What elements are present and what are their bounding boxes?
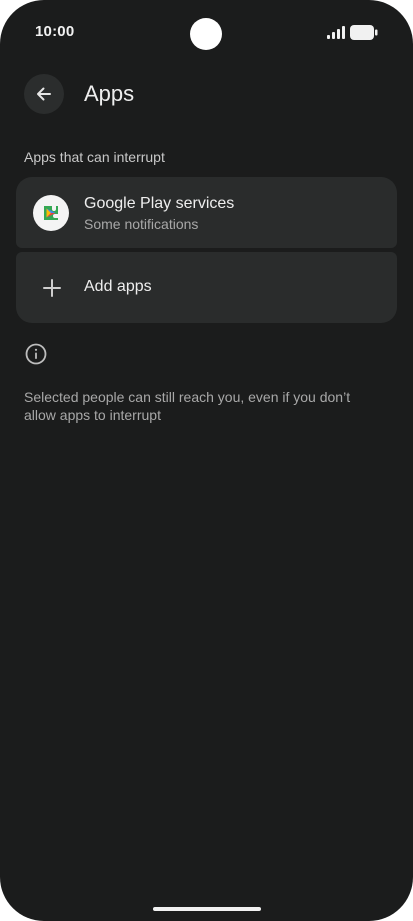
signal-icon: [327, 26, 345, 39]
navigation-handle[interactable]: [153, 907, 261, 911]
status-bar: 10:00: [0, 0, 413, 66]
app-name: Google Play services: [84, 195, 235, 212]
plus-icon: [43, 279, 61, 297]
google-play-services-icon: [33, 195, 69, 231]
info-text: Selected people can still reach you, eve…: [24, 389, 351, 423]
phone-screen: 10:00 Apps Apps that can interrupt Googl…: [0, 0, 413, 921]
camera-cutout: [190, 18, 222, 50]
page-title: Apps: [84, 81, 135, 106]
status-time: 10:00: [35, 23, 75, 40]
battery-icon: [350, 25, 378, 40]
add-apps-label: Add apps: [84, 278, 152, 295]
info-icon: [25, 343, 47, 365]
add-apps-button[interactable]: Add apps: [16, 252, 397, 323]
app-item-google-play-services[interactable]: Google Play services Some notifications: [16, 177, 397, 248]
back-button[interactable]: [24, 74, 64, 114]
app-subtitle: Some notifications: [84, 216, 199, 232]
section-header: Apps that can interrupt: [24, 149, 165, 165]
arrow-back-icon: [37, 87, 51, 101]
